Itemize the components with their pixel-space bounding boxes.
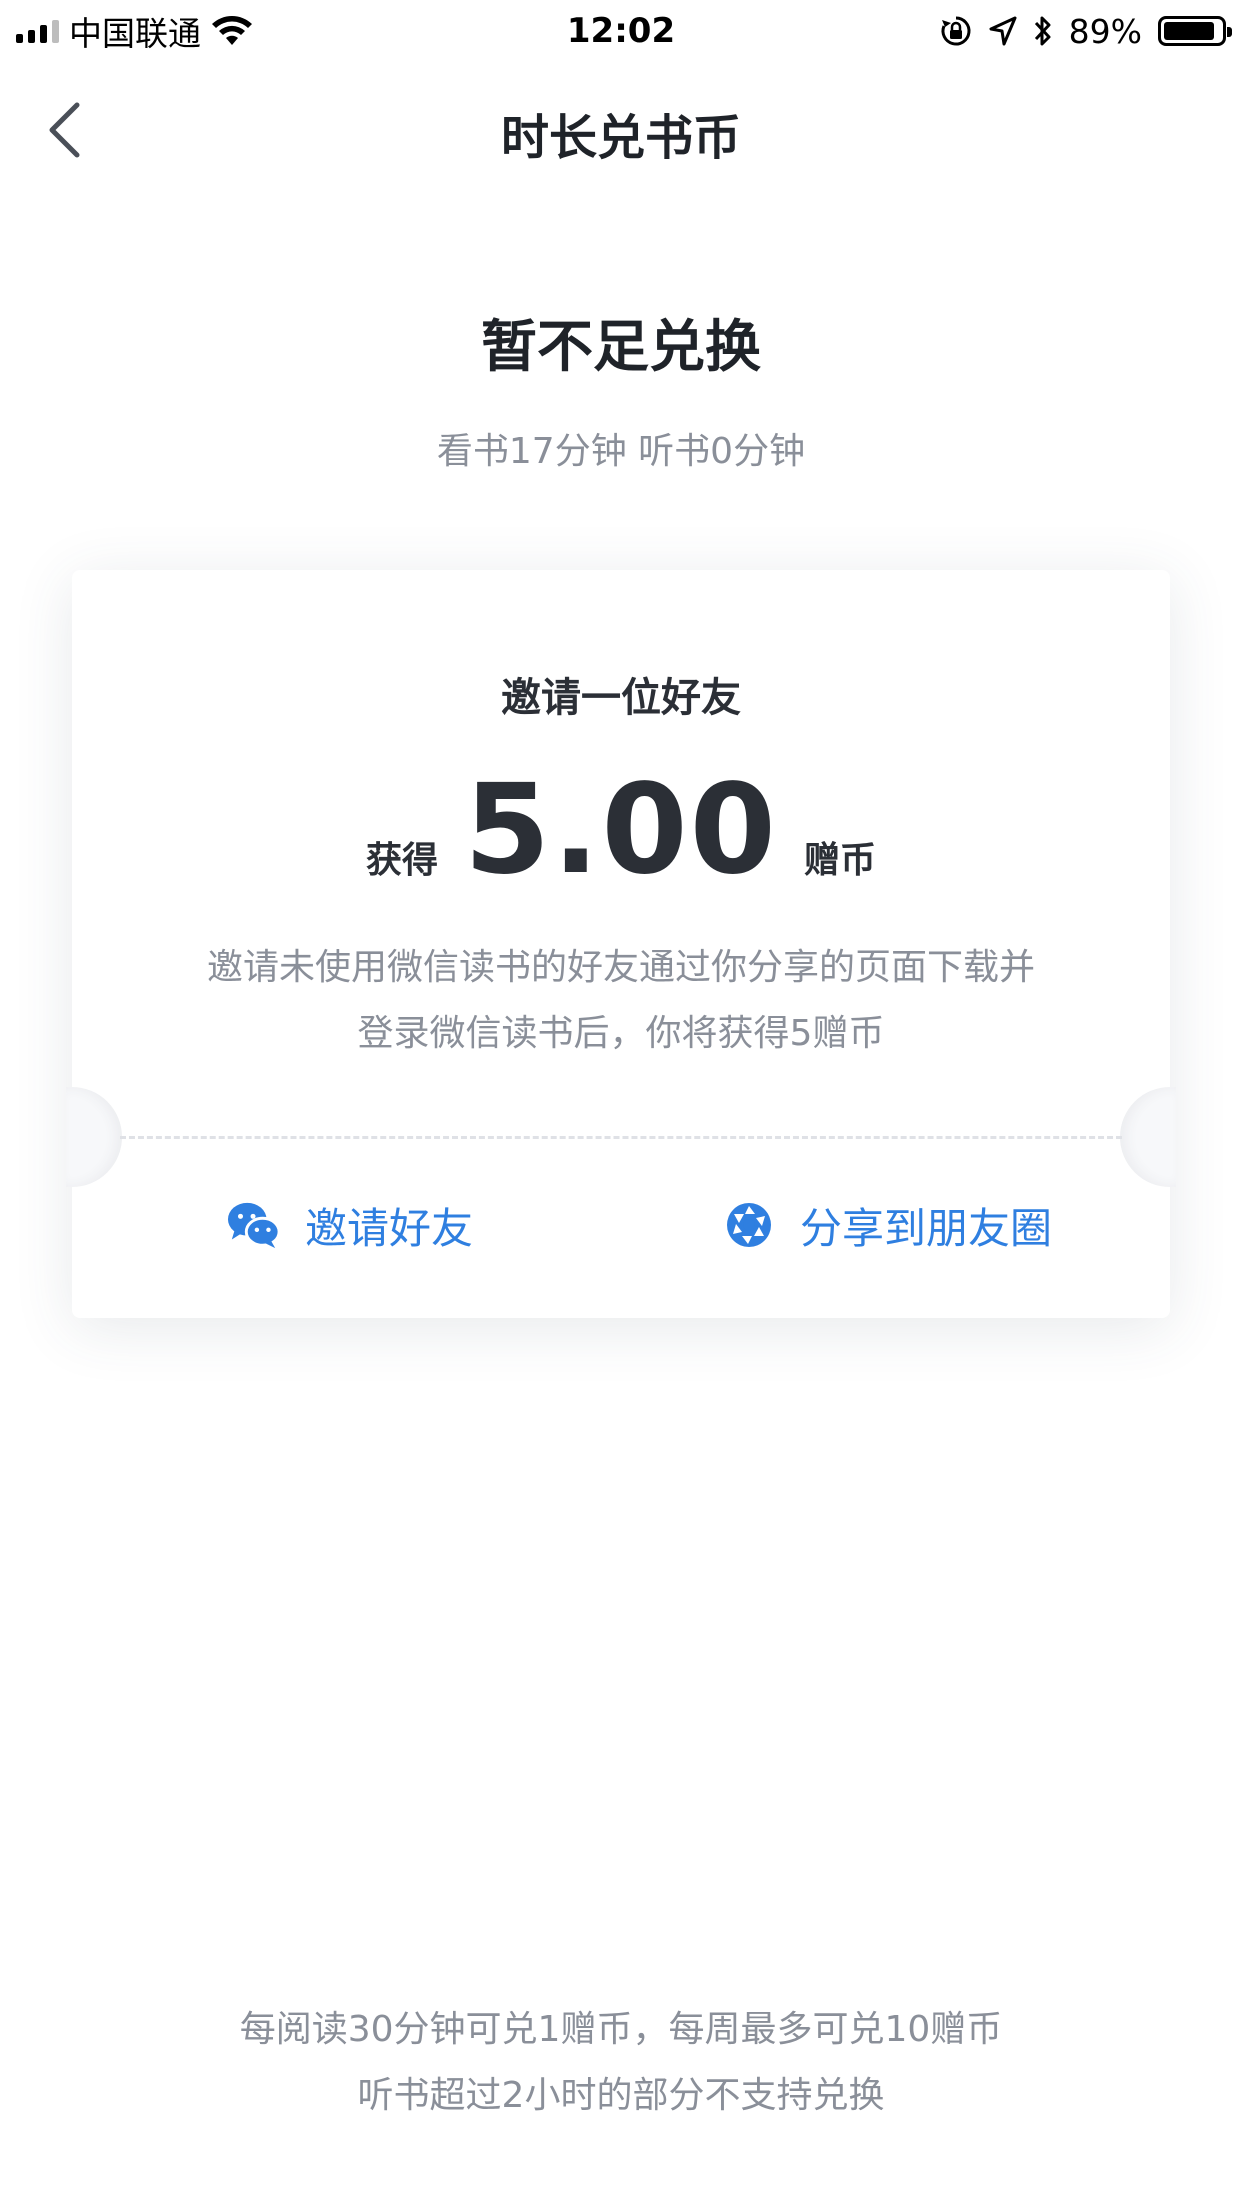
exchange-rule-line-2: 听书超过2小时的部分不支持兑换: [357, 2075, 885, 2116]
status-bar: 中国联通 12:02 89%: [0, 0, 1242, 60]
exchange-rules: 每阅读30分钟可兑1赠币，每周最多可兑10赠币 听书超过2小时的部分不支持兑换: [0, 1997, 1242, 2129]
battery-percentage: 89%: [1068, 11, 1142, 51]
location-arrow-icon: [989, 16, 1017, 46]
moments-shutter-icon: [722, 1198, 776, 1252]
status-bar-right: 89%: [939, 6, 1232, 56]
reward-prefix: 获得: [366, 840, 439, 881]
reward-description-line-1: 邀请未使用微信读书的好友通过你分享的页面下载并: [206, 947, 1035, 988]
wechat-icon: [227, 1198, 281, 1252]
battery-icon: [1158, 16, 1232, 46]
rotation-lock-icon: [939, 14, 973, 48]
invite-friend-label: 邀请好友: [305, 1203, 474, 1253]
exchange-status-headline: 暂不足兑换: [481, 315, 761, 380]
card-title: 邀请一位好友: [501, 675, 741, 721]
bluetooth-icon: [1033, 14, 1053, 48]
dashed-divider: [120, 1136, 1122, 1139]
reward-description: 邀请未使用微信读书的好友通过你分享的页面下载并 登录微信读书后，你将获得5赠币: [142, 935, 1100, 1067]
battery-level: [1164, 22, 1214, 40]
reading-time-summary: 看书17分钟 听书0分钟: [436, 431, 806, 472]
invite-friend-button[interactable]: 邀请好友: [227, 1170, 473, 1280]
share-to-moments-button[interactable]: 分享到朋友圈: [722, 1170, 1052, 1280]
reward-description-line-2: 登录微信读书后，你将获得5赠币: [357, 1013, 885, 1054]
navigation-bar: 时长兑书币: [0, 68, 1242, 188]
ticket-notch-right: [1120, 1087, 1176, 1187]
reward-amount: 5.00: [464, 758, 778, 902]
ticket-notch-left: [66, 1087, 122, 1187]
exchange-rule-line-1: 每阅读30分钟可兑1赠币，每周最多可兑10赠币: [239, 2009, 1003, 2050]
invite-reward-card: 邀请一位好友 获得 5.00 赠币 邀请未使用微信读书的好友通过你分享的页面下载…: [66, 570, 1176, 1318]
reward-row: 获得 5.00 赠币: [72, 760, 1170, 900]
page-title: 时长兑书币: [500, 110, 741, 166]
share-to-moments-label: 分享到朋友圈: [800, 1203, 1053, 1253]
reward-unit: 赠币: [803, 840, 876, 881]
